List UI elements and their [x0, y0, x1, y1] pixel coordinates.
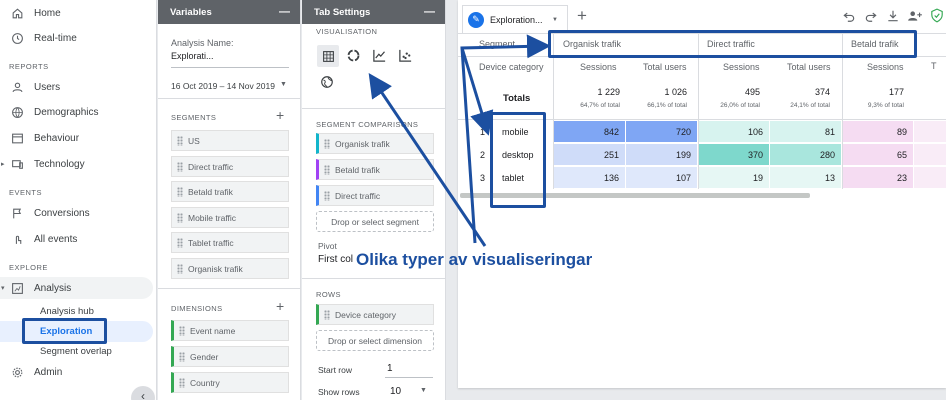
arrow-to-visualisation	[368, 73, 487, 247]
arrow-to-segments	[460, 34, 551, 244]
annotation-label: Olika typer av visualiseringar	[356, 250, 593, 269]
annotation-arrows	[368, 34, 551, 247]
